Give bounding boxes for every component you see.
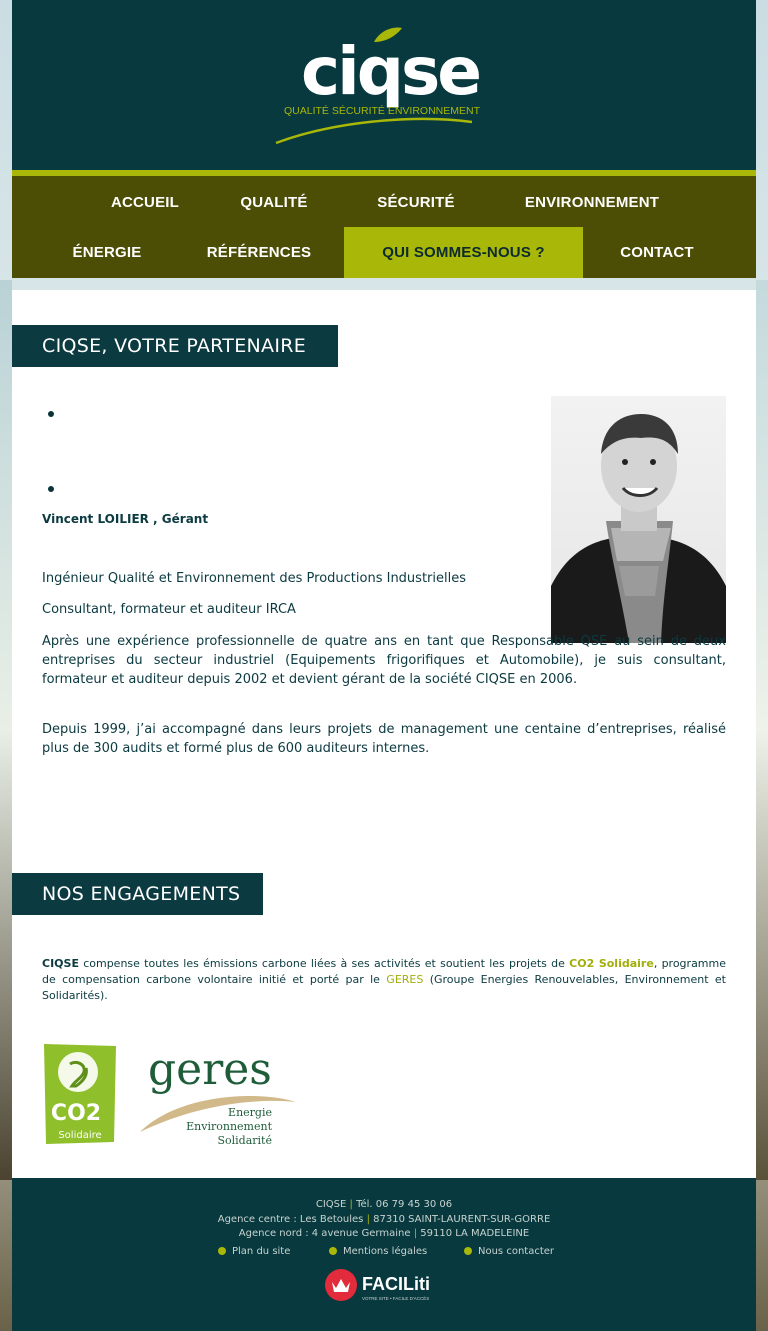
partner-section-title: CIQSE, VOTRE PARTENAIRE — [12, 325, 338, 367]
person-name: Vincent LOILIER , Gérant — [42, 512, 209, 526]
nav-contact[interactable]: CONTACT — [602, 244, 712, 268]
bullet-icon — [464, 1247, 472, 1255]
bullet-icon — [218, 1247, 226, 1255]
geres-logo-line2: Environnement — [186, 1120, 272, 1133]
main-content: CIQSE, VOTRE PARTENAIRE Vincent LOILIER … — [12, 290, 756, 1178]
footer-agency-centre: Agence centre : Les Betoules — [217, 1214, 364, 1225]
geres-logo-line3: Solidarité — [217, 1134, 272, 1147]
nav-energie[interactable]: ÉNERGIE — [52, 244, 162, 268]
footer-agency-nord-city: 59110 LA MADELEINE — [420, 1228, 530, 1239]
role-title: Ingénieur Qualité et Environnement des P… — [42, 571, 466, 586]
footer-phone: Tél. 06 79 45 30 06 — [356, 1199, 453, 1210]
co2-solidaire-logo[interactable]: CO2 Solidaire — [42, 1042, 118, 1146]
footer-link-label: Nous contacter — [478, 1246, 555, 1257]
bullet-icon — [329, 1247, 337, 1255]
geres-logo-name: geres — [148, 1044, 272, 1095]
nav-accueil[interactable]: ACCUEIL — [90, 194, 200, 218]
nav-securite[interactable]: SÉCURITÉ — [361, 194, 471, 218]
footer-link-mentions-legales[interactable]: Mentions légales — [329, 1246, 427, 1257]
partner-paragraph-2: Depuis 1999, j’ai accompagné dans leurs … — [42, 722, 726, 756]
logo-text: ciqse — [301, 33, 479, 110]
engagements-text: CIQSE compense toutes les émissions carb… — [42, 956, 726, 1004]
footer-agency-centre-city: 87310 SAINT-LAURENT-SUR-GORRE — [373, 1214, 551, 1225]
nav-qualite[interactable]: QUALITÉ — [219, 194, 329, 218]
faciliti-tagline: VOTRE SITE • FACILE D'ACCÈS — [362, 1295, 429, 1301]
partner-paragraph-1: Après une expérience professionnelle de … — [42, 634, 726, 687]
geres-logo[interactable]: geres Energie Environnement Solidarité — [138, 1044, 298, 1148]
footer-line-2: Agence centre : Les Betoules | 87310 SAI… — [217, 1214, 551, 1225]
site-footer: CIQSE | Tél. 06 79 45 30 06 Agence centr… — [12, 1178, 756, 1331]
engagements-brand: CIQSE — [42, 957, 79, 970]
nav-qui-sommes-nous[interactable]: QUI SOMMES-NOUS ? — [344, 227, 583, 278]
list-bullet — [48, 486, 54, 492]
site-header: ciqse QUALITÉ SÉCURITÉ ENVIRONNEMENT — [12, 0, 756, 170]
geres-logo-line1: Energie — [228, 1106, 272, 1119]
logo-tagline: QUALITÉ SÉCURITÉ ENVIRONNEMENT — [284, 104, 481, 117]
role-subtitle: Consultant, formateur et auditeur IRCA — [42, 602, 296, 617]
footer-link-label: Mentions légales — [343, 1246, 428, 1257]
footer-line-1: CIQSE | Tél. 06 79 45 30 06 — [315, 1199, 453, 1210]
nav-environnement[interactable]: ENVIRONNEMENT — [502, 194, 682, 218]
main-nav: ACCUEIL QUALITÉ SÉCURITÉ ENVIRONNEMENT É… — [12, 170, 756, 278]
faciliti-name: FACILiti — [362, 1274, 430, 1294]
co2-logo-text: CO2 — [51, 1101, 101, 1126]
portrait-photo — [551, 396, 726, 643]
ciqse-logo[interactable]: ciqse QUALITÉ SÉCURITÉ ENVIRONNEMENT — [262, 22, 522, 147]
footer-agency-nord: Agence nord : 4 avenue Germaine — [238, 1228, 411, 1239]
background-left — [0, 280, 12, 1180]
engagements-text-1: compense toutes les émissions carbone li… — [78, 957, 570, 970]
co2-logo-subtext: Solidaire — [58, 1130, 101, 1141]
footer-link-nous-contacter[interactable]: Nous contacter — [464, 1246, 554, 1257]
co2-solidaire-link[interactable]: CO2 Solidaire — [569, 957, 654, 970]
faciliti-logo[interactable]: FACILiti VOTRE SITE • FACILE D'ACCÈS — [324, 1268, 434, 1304]
footer-company: CIQSE — [315, 1199, 347, 1210]
footer-link-plan-du-site[interactable]: Plan du site — [218, 1246, 290, 1257]
list-bullet — [48, 411, 54, 417]
geres-link[interactable]: GERES — [386, 973, 423, 986]
engagements-section-title: NOS ENGAGEMENTS — [12, 873, 263, 915]
footer-line-3: Agence nord : 4 avenue Germaine | 59110 … — [238, 1228, 530, 1239]
footer-link-label: Plan du site — [232, 1246, 291, 1257]
background-right — [756, 280, 768, 1180]
nav-references[interactable]: RÉFÉRENCES — [194, 244, 324, 268]
